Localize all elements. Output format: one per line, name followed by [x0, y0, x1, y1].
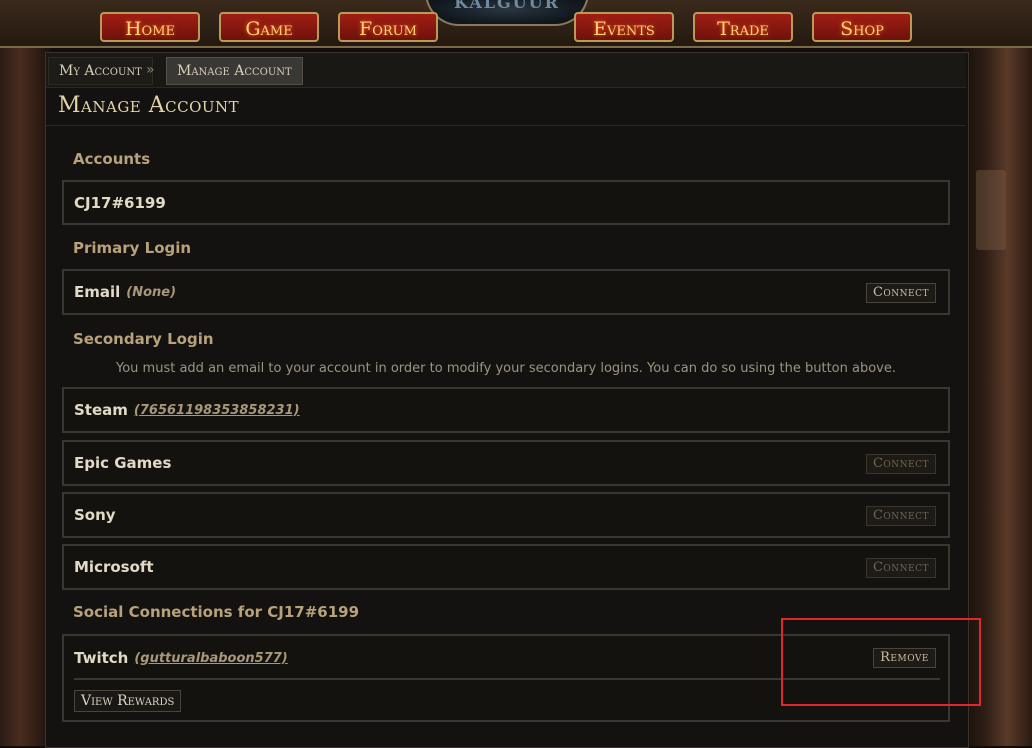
twitch-label: Twitch	[74, 649, 129, 667]
epic-games-label: Epic Games	[74, 454, 172, 472]
steam-id-link[interactable]: (76561198353858231)	[134, 403, 300, 418]
background-left-art	[0, 0, 50, 746]
social-connections-heading: Social Connections for CJ17#6199	[73, 603, 360, 621]
breadcrumb-manage-account[interactable]: Manage Account	[166, 57, 303, 85]
view-rewards-button[interactable]: View Rewards	[74, 690, 182, 712]
account-name: CJ17#6199	[74, 193, 166, 212]
microsoft-label: Microsoft	[74, 558, 154, 576]
sony-connect-button[interactable]: Connect	[865, 506, 936, 526]
nav-game[interactable]: Game	[219, 12, 319, 42]
accounts-heading: Accounts	[73, 150, 151, 168]
microsoft-row: Microsoft Connect	[62, 544, 950, 590]
email-connect-button[interactable]: Connect	[865, 283, 936, 303]
secondary-login-heading: Secondary Login	[73, 330, 214, 348]
account-row: CJ17#6199	[62, 180, 950, 225]
page-title: Manage Account	[58, 93, 240, 118]
nav-home[interactable]: Home	[100, 12, 200, 42]
epic-games-connect-button[interactable]: Connect	[865, 454, 936, 474]
email-value: (None)	[126, 284, 177, 300]
twitch-username-link[interactable]: (gutturalbaboon577)	[134, 651, 287, 666]
steam-label: Steam	[74, 401, 128, 419]
epic-games-row: Epic Games Connect	[62, 440, 950, 486]
steam-row: Steam (76561198353858231)	[62, 387, 950, 433]
primary-login-heading: Primary Login	[73, 239, 192, 257]
breadcrumb: My Account » Manage Account	[46, 53, 966, 88]
nav-events[interactable]: Events	[574, 12, 674, 42]
microsoft-connect-button[interactable]: Connect	[865, 558, 936, 578]
nav-trade[interactable]: Trade	[693, 12, 793, 42]
email-label: Email	[74, 283, 121, 301]
breadcrumb-separator: »	[146, 62, 155, 78]
nav-shop[interactable]: Shop	[812, 12, 912, 42]
nav-forum[interactable]: Forum	[338, 12, 438, 42]
sony-row: Sony Connect	[62, 492, 950, 538]
title-divider	[46, 125, 966, 126]
top-navigation: KALGUUR Home Game Forum Events Trade Sho…	[0, 0, 1032, 48]
site-logo[interactable]: KALGUUR	[425, 0, 589, 26]
remove-button-highlight	[781, 618, 981, 706]
sony-label: Sony	[74, 506, 116, 524]
secondary-login-notice: You must add an email to your account in…	[116, 361, 896, 376]
email-row: Email (None) Connect	[62, 269, 950, 315]
breadcrumb-my-account[interactable]: My Account	[48, 57, 153, 85]
